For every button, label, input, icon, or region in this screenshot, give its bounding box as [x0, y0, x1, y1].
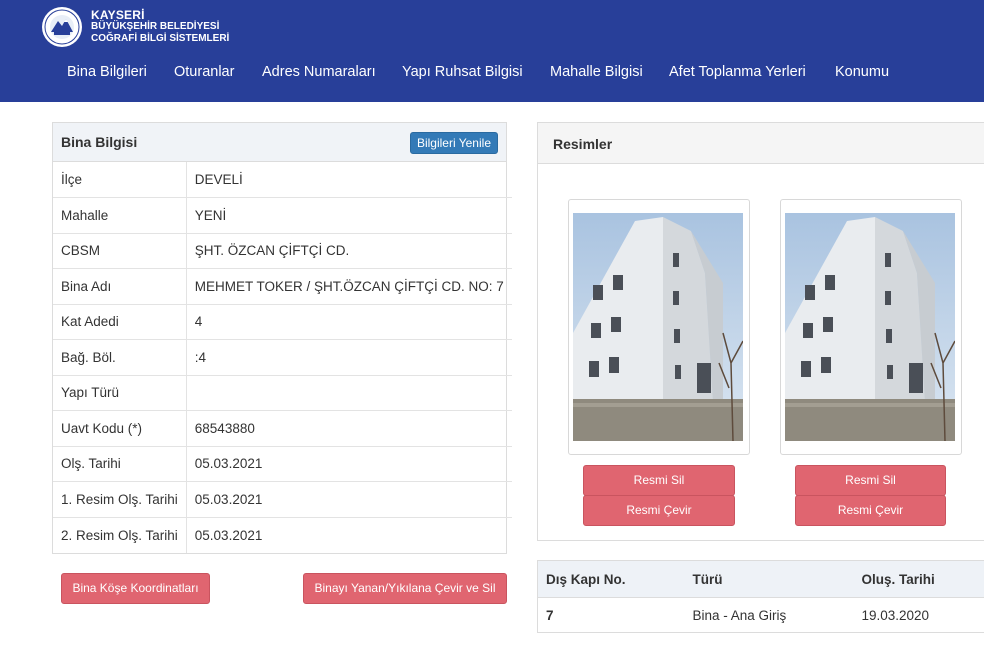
column-header[interactable]: Dış Kapı No. [537, 560, 685, 598]
field-value: :4 [186, 339, 512, 375]
field-value: 05.03.2021 [186, 481, 512, 517]
column-header[interactable]: Türü [684, 560, 854, 598]
building-photo[interactable] [573, 213, 743, 441]
top-header: KAYSERİ BÜYÜKŞEHİR BELEDİYESİ COĞRAFİ Bİ… [0, 0, 984, 102]
demolish-building-button[interactable]: Binayı Yanan/Yıkılana Çevir ve Sil [303, 573, 507, 604]
table-row: İlçe DEVELİ [53, 162, 512, 198]
images-panel-title: Resimler [553, 136, 613, 152]
table-row: Mahalle YENİ [53, 197, 512, 233]
brand[interactable]: KAYSERİ BÜYÜKŞEHİR BELEDİYESİ COĞRAFİ Bİ… [41, 6, 229, 48]
main-nav: Bina Bilgileri Oturanlar Adres Numaralar… [0, 64, 984, 88]
table-header-row: Dış Kapı No. Türü Oluş. Tarihi [537, 560, 984, 598]
table-row: Bağ. Böl.:4 [53, 339, 512, 375]
building-info-panel: Bina Bilgisi Bilgileri Yenile İlçe DEVELİ… [52, 122, 512, 554]
nav-item-konumu[interactable]: Konumu [835, 64, 889, 80]
field-label: Uavt Kodu (*) [53, 410, 187, 446]
delete-photo-2-button[interactable]: Resmi Sil [795, 465, 946, 496]
rotate-photo-2-button[interactable]: Resmi Çevir [795, 495, 946, 526]
table-row: Bina Adı MEHMET TOKER / ŞHT.ÖZCAN ÇİFTÇİ … [53, 268, 512, 304]
field-label: Mahalle [53, 197, 187, 233]
field-label: Yapı Türü [53, 374, 187, 411]
rotate-photo-1-button[interactable]: Resmi Çevir [583, 495, 735, 526]
column-header[interactable]: Oluş. Tarihi [853, 560, 984, 598]
brand-line-3: COĞRAFİ BİLGİ SİSTEMLERİ [91, 33, 230, 44]
field-label: 1. Resim Olş. Tarihi [53, 481, 187, 517]
table-row: Yapı Türü [53, 374, 512, 411]
field-label: Bağ. Böl. [53, 339, 187, 375]
nav-item-adres-numaralari[interactable]: Adres Numaraları [262, 64, 376, 80]
door-number-cell: 7 [546, 607, 554, 623]
field-label: Bina Adı [53, 268, 187, 304]
field-label: 2. Resim Olş. Tarihi [53, 516, 187, 553]
brand-line-2: BÜYÜKŞEHİR BELEDİYESİ [91, 21, 220, 32]
field-value: 4 [186, 303, 512, 340]
nav-item-bina-bilgileri[interactable]: Bina Bilgileri [67, 64, 147, 80]
building-info-table: İlçe DEVELİ Mahalle YENİ CBSM ŞHT. ÖZCAN Çİ… [53, 162, 512, 553]
door-numbers-table: Dış Kapı No. Türü Oluş. Tarihi 7 Bina - … [537, 560, 984, 633]
nav-item-afet-toplanma-yerleri[interactable]: Afet Toplanma Yerleri [669, 64, 806, 80]
building-photo-card-1[interactable] [568, 199, 750, 455]
corner-coordinates-button[interactable]: Bina Köşe Koordinatları [61, 573, 210, 604]
field-label: Olş. Tarihi [53, 445, 187, 482]
nav-item-mahalle-bilgisi[interactable]: Mahalle Bilgisi [550, 64, 643, 80]
field-value: ŞHT. ÖZCAN ÇİFTÇİ CD. [186, 232, 512, 269]
nav-item-oturanlar[interactable]: Oturanlar [174, 64, 234, 80]
field-label: Kat Adedi [53, 303, 187, 340]
field-value: DEVELİ [194, 172, 243, 187]
table-row: 1. Resim Olş. Tarihi 05.03.2021 [53, 481, 512, 517]
table-row: CBSM ŞHT. ÖZCAN ÇİFTÇİ CD. [53, 232, 512, 269]
delete-photo-1-button[interactable]: Resmi Sil [583, 465, 735, 496]
table-row: Uavt Kodu (*) 68543880 [53, 410, 512, 446]
table-row: Olş. Tarihi 05.03.2021 [53, 445, 512, 482]
table-row[interactable]: 7 Bina - Ana Giriş 19.03.2020 [538, 598, 984, 633]
building-info-header: Bina Bilgisi Bilgileri Yenile [53, 123, 506, 162]
nav-item-yapi-ruhsat-bilgisi[interactable]: Yapı Ruhsat Bilgisi [402, 64, 523, 80]
door-date-cell: 19.03.2020 [861, 607, 930, 623]
field-label: CBSM [53, 232, 187, 269]
field-value: 05.03.2021 [186, 445, 512, 482]
building-info-title: Bina Bilgisi [61, 134, 138, 150]
field-value: YENİ [186, 197, 512, 233]
municipality-logo-icon [42, 7, 82, 47]
field-value: 68543880 [186, 410, 512, 446]
field-label: İlçe [53, 162, 187, 198]
building-photo[interactable] [785, 213, 955, 441]
door-type-cell: Bina - Ana Giriş [692, 607, 787, 623]
table-row: 2. Resim Olş. Tarihi 05.03.2021 [53, 516, 512, 553]
field-value: MEHMET TOKER / ŞHT.ÖZCAN ÇİFTÇİ CD. NO: … [186, 268, 512, 304]
brand-line-1: KAYSERİ [91, 8, 145, 22]
building-photo-card-2[interactable] [780, 199, 962, 455]
images-panel-header: Resimler [538, 123, 984, 164]
table-row: Kat Adedi 4 [53, 303, 512, 340]
field-value: 05.03.2021 [186, 516, 512, 553]
field-value [186, 374, 512, 411]
refresh-info-button[interactable]: Bilgileri Yenile [409, 132, 498, 154]
